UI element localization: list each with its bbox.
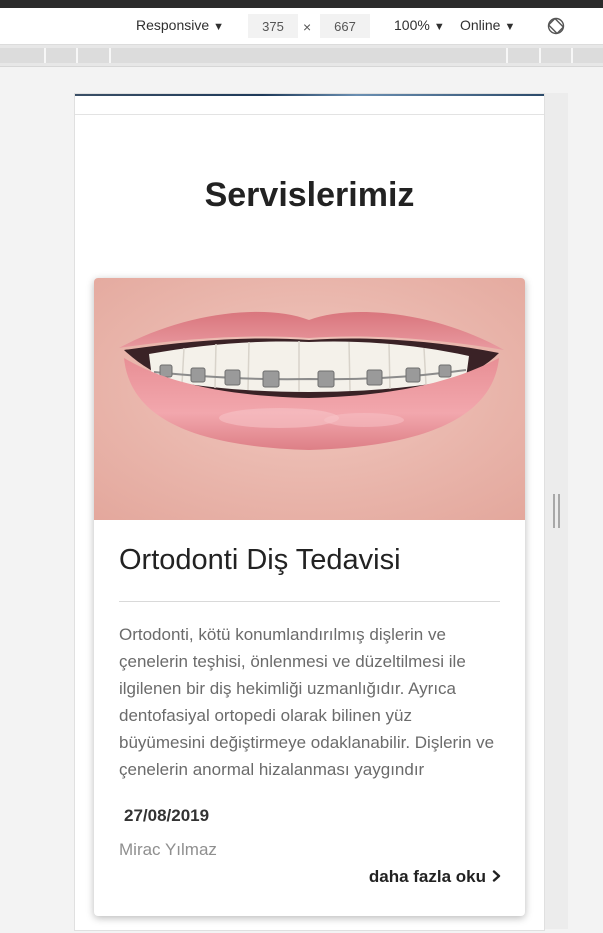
ruler-segment[interactable] [541, 48, 573, 63]
read-more-label: daha fazla oku [368, 867, 486, 886]
dimension-separator: × [303, 19, 312, 35]
zoom-select[interactable]: 100% ▼ [394, 17, 445, 33]
ruler-segment[interactable] [46, 48, 78, 63]
chevron-right-icon [492, 867, 501, 887]
viewport-resize-handle[interactable] [553, 494, 560, 528]
chevron-down-icon: ▼ [433, 21, 445, 33]
viewport-width-input[interactable] [248, 14, 298, 38]
network-throttle-label: Online [460, 17, 501, 33]
device-select[interactable]: Responsive ▼ [136, 17, 224, 33]
read-more-link[interactable]: daha fazla oku [369, 867, 501, 887]
braces-smile-photo [94, 278, 525, 520]
card-description: Ortodonti, kötü konumlandırılmış dişleri… [119, 625, 495, 779]
media-query-ruler [0, 45, 603, 67]
chevron-down-icon: ▼ [213, 21, 225, 33]
service-card: Ortodonti Diş Tedavisi Ortodonti, kötü k… [94, 278, 525, 916]
header-image-edge [75, 94, 544, 96]
zoom-select-label: 100% [394, 17, 430, 33]
chevron-down-icon: ▼ [504, 21, 516, 33]
ruler-segment[interactable] [111, 48, 508, 63]
browser-top-edge [0, 0, 603, 8]
rotate-icon[interactable] [546, 16, 566, 36]
card-title: Ortodonti Diş Tedavisi [119, 544, 401, 576]
device-select-label: Responsive [136, 17, 210, 33]
viewport-height-input[interactable] [320, 14, 370, 38]
section-title: Servislerimiz [204, 176, 415, 214]
card-divider [119, 601, 500, 602]
ruler-segment[interactable] [78, 48, 111, 63]
network-throttle-select[interactable]: Online ▼ [460, 17, 515, 33]
card-author: Mirac Yılmaz [119, 840, 217, 859]
ruler-segment[interactable] [0, 48, 46, 63]
header-divider [75, 114, 544, 115]
device-toolbar: Responsive▼ × 100%▼ Online▼ [0, 8, 603, 45]
ruler-segment[interactable] [573, 48, 603, 63]
card-date: 27/08/2019 [124, 806, 210, 825]
device-viewport: Servislerimiz Ortodonti Diş Tedavisi Ort… [74, 93, 545, 931]
ruler-segment[interactable] [508, 48, 541, 63]
